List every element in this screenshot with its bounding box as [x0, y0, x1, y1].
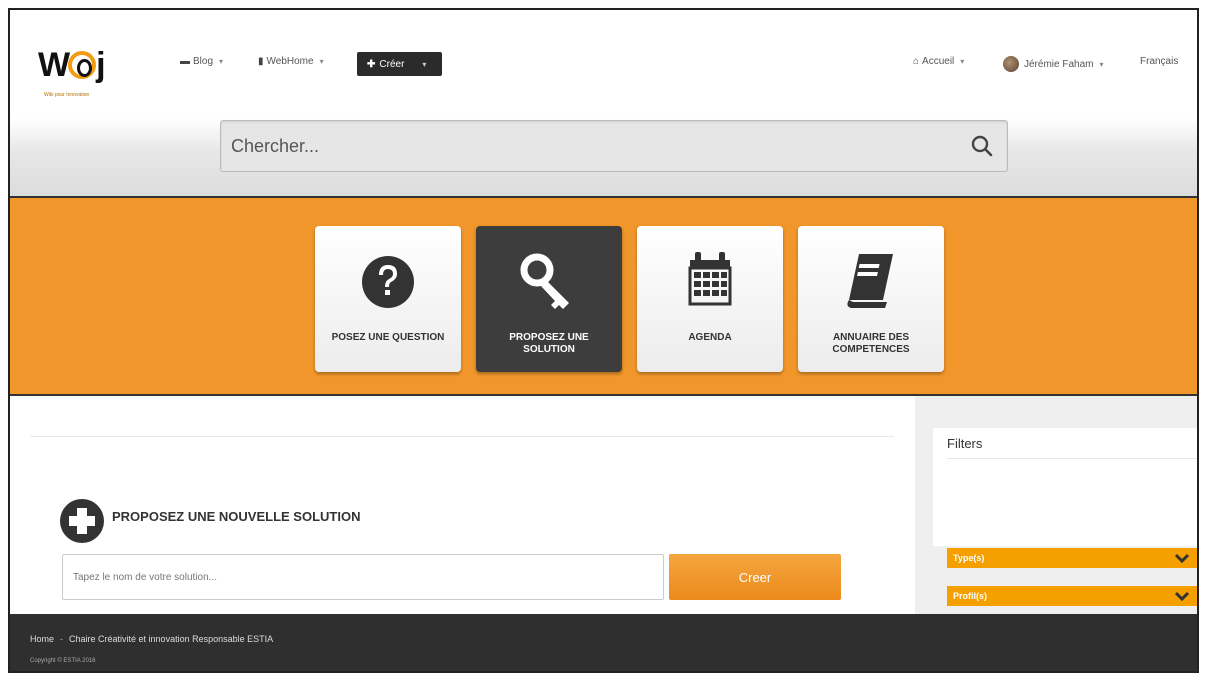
- nav-blog[interactable]: ▬ Blog ▾: [180, 56, 223, 67]
- nav-user[interactable]: Jérémie Faham ▾: [1003, 56, 1103, 72]
- key-icon: [520, 253, 569, 309]
- tile-agenda[interactable]: AGENDA: [637, 226, 783, 372]
- propose-heading: PROPOSEZ UNE NOUVELLE SOLUTION: [60, 499, 360, 543]
- tile-label: ANNUAIRE DES COMPETENCES: [832, 332, 910, 355]
- tile-label: POSEZ UNE QUESTION: [331, 332, 445, 343]
- content-area: PROPOSEZ UNE NOUVELLE SOLUTION Creer Fil…: [10, 396, 1197, 614]
- tile-label: PROPOSEZ UNE SOLUTION: [509, 332, 589, 355]
- nav-accueil-label: Accueil: [922, 56, 955, 67]
- tile-annuaire[interactable]: ANNUAIRE DES COMPETENCES: [798, 226, 944, 372]
- document-icon: ▮: [258, 56, 264, 67]
- browser-frame: Wj Wiki pour Innovation ▬ Blog ▾ ▮ WebHo…: [8, 8, 1199, 673]
- nav-language-label: Français: [1140, 56, 1179, 67]
- nav-language[interactable]: Français: [1140, 56, 1178, 67]
- header: Wj Wiki pour Innovation ▬ Blog ▾ ▮ WebHo…: [10, 10, 1197, 196]
- tile-posez-question[interactable]: POSEZ UNE QUESTION: [315, 226, 461, 372]
- filters-sidebar: Filters Type(s) Profil(s): [915, 396, 1197, 614]
- search-icon[interactable]: [969, 133, 995, 159]
- caret-down-icon: ▾: [319, 57, 324, 66]
- caret-down-icon: ▾: [960, 57, 965, 66]
- tile-label: AGENDA: [688, 332, 732, 343]
- nav-webhome-label: WebHome: [266, 56, 314, 67]
- divider: [947, 458, 1197, 459]
- nav-webhome[interactable]: ▮ WebHome ▾: [258, 56, 324, 67]
- plus-circle-icon: [60, 499, 104, 543]
- divider: [30, 436, 894, 437]
- propose-title: PROPOSEZ UNE NOUVELLE SOLUTION: [112, 508, 361, 524]
- question-icon: [362, 256, 414, 308]
- filters-title: Filters: [947, 436, 983, 451]
- logo-mark: Wj: [38, 46, 106, 84]
- plus-icon: ✚: [367, 58, 376, 70]
- logo-tagline: Wiki pour Innovation: [44, 92, 90, 98]
- search-bar: [220, 120, 1008, 172]
- chevron-down-icon: [1175, 553, 1189, 564]
- copyright: Copyright © ESTIA 2016: [30, 658, 96, 664]
- caret-down-icon: ▾: [219, 57, 224, 66]
- nav-blog-label: Blog: [193, 56, 214, 67]
- filter-label: Profil(s): [953, 591, 988, 601]
- breadcrumb: Home - Chaire Créativité et innovation R…: [30, 634, 273, 644]
- quick-actions-band: POSEZ UNE QUESTION PROPOSEZ UNE SOLUTION: [10, 196, 1197, 396]
- search-input[interactable]: [221, 121, 961, 171]
- nav-user-label: Jérémie Faham: [1024, 58, 1094, 70]
- main-column: PROPOSEZ UNE NOUVELLE SOLUTION Creer: [10, 396, 915, 614]
- avatar: [1003, 56, 1019, 72]
- filters-panel: Filters: [933, 428, 1197, 546]
- filter-profils-dropdown[interactable]: Profil(s): [947, 586, 1197, 606]
- filter-types-dropdown[interactable]: Type(s): [947, 548, 1197, 568]
- tile-proposez-solution[interactable]: PROPOSEZ UNE SOLUTION: [476, 226, 622, 372]
- home-icon: ⌂: [913, 56, 920, 67]
- breadcrumb-separator: -: [60, 634, 64, 644]
- solution-name-input[interactable]: [62, 554, 664, 600]
- caret-down-icon: ▾: [1099, 59, 1104, 69]
- calendar-icon: [688, 252, 732, 306]
- nav-accueil[interactable]: ⌂ Accueil ▾: [913, 56, 964, 67]
- breadcrumb-home[interactable]: Home: [30, 634, 54, 644]
- footer: Home - Chaire Créativité et innovation R…: [10, 614, 1197, 671]
- filter-label: Type(s): [953, 553, 985, 563]
- create-button[interactable]: ✚ Créer ▾: [357, 52, 442, 76]
- book-icon: [847, 254, 893, 308]
- create-button-label: Créer: [379, 58, 405, 70]
- folder-icon: ▬: [180, 56, 190, 67]
- breadcrumb-current[interactable]: Chaire Créativité et innovation Responsa…: [69, 634, 273, 644]
- chevron-down-icon: [1175, 591, 1189, 602]
- caret-down-icon: ▾: [422, 59, 427, 69]
- creer-button[interactable]: Creer: [669, 554, 841, 600]
- wiki-logo[interactable]: Wj Wiki pour Innovation: [38, 46, 118, 106]
